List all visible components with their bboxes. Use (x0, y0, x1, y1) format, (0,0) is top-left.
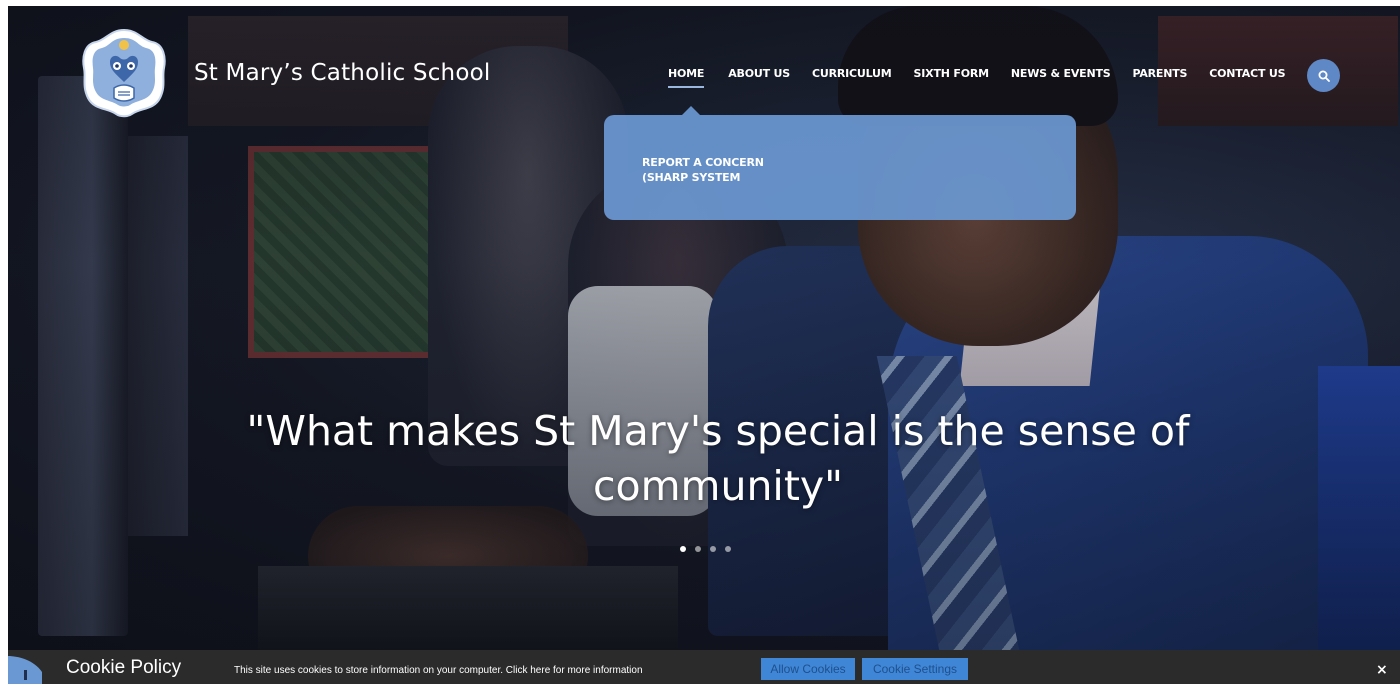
main-nav: HOME ABOUT US CURRICULUM SIXTH FORM NEWS… (668, 67, 1286, 88)
dropdown-item-line-1: REPORT A CONCERN (642, 156, 764, 169)
close-icon[interactable]: × (1376, 662, 1388, 678)
search-icon (1318, 70, 1330, 82)
hero-quote: "What makes St Mary's special is the sen… (148, 404, 1288, 514)
hero-banner (8, 6, 1400, 650)
carousel-dots (680, 546, 731, 552)
nav-item-curriculum[interactable]: CURRICULUM (812, 67, 892, 88)
nav-item-news-events[interactable]: NEWS & EVENTS (1011, 67, 1111, 88)
cookie-title: Cookie Policy (66, 657, 182, 678)
cookie-settings-button[interactable]: Cookie Settings (862, 658, 968, 680)
cookie-message-link[interactable]: This site uses cookies to store informat… (234, 665, 643, 676)
nav-item-about-us[interactable]: ABOUT US (728, 67, 790, 88)
home-dropdown-menu: REPORT A CONCERN (SHARP SYSTEM (604, 106, 1076, 220)
nav-item-parents[interactable]: PARENTS (1132, 67, 1187, 88)
carousel-dot-4[interactable] (725, 546, 731, 552)
browser-viewport: St Mary’s Catholic School HOME ABOUT US … (8, 6, 1400, 684)
hero-quote-line-1: "What makes St Mary's special is the sen… (246, 407, 1190, 455)
hero-quote-line-2: community" (592, 462, 844, 510)
dropdown-item-line-2: (SHARP SYSTEM (642, 171, 741, 184)
school-crest-icon[interactable] (80, 28, 168, 118)
nav-item-contact-us[interactable]: CONTACT US (1209, 67, 1285, 88)
allow-cookies-button[interactable]: Allow Cookies (761, 658, 855, 680)
hero-overlay (8, 6, 1400, 650)
carousel-dot-3[interactable] (710, 546, 716, 552)
carousel-dot-1[interactable] (680, 546, 686, 552)
nav-item-home[interactable]: HOME (668, 67, 704, 88)
site-title[interactable]: St Mary’s Catholic School (194, 60, 490, 86)
nav-item-sixth-form[interactable]: SIXTH FORM (914, 67, 990, 88)
dropdown-item-report-concern[interactable]: REPORT A CONCERN (SHARP SYSTEM (642, 155, 842, 185)
search-button[interactable] (1307, 59, 1340, 92)
cookie-info-icon (8, 656, 42, 684)
carousel-dot-2[interactable] (695, 546, 701, 552)
cookie-bar: Cookie Policy This site uses cookies to … (8, 650, 1400, 684)
